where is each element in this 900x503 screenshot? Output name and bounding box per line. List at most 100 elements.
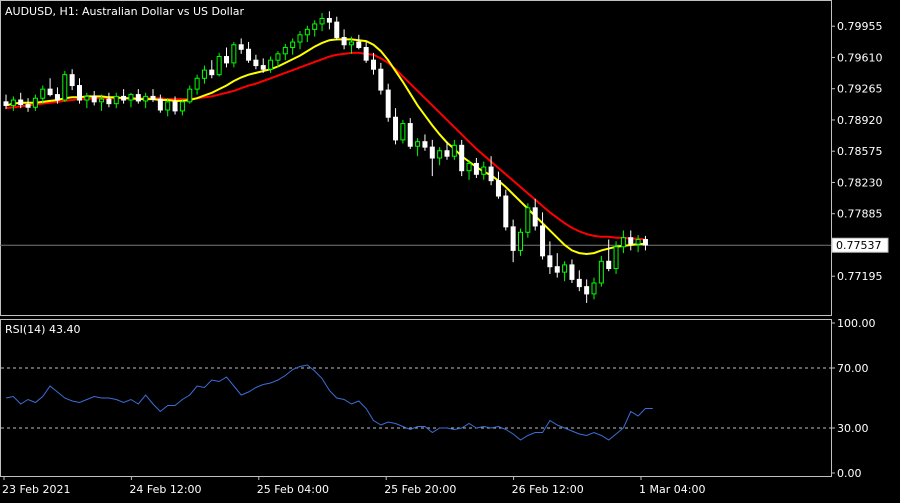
- candlesticks: [3, 11, 648, 303]
- time-tick-label: 1 Mar 04:00: [639, 483, 705, 496]
- price-tick-label: 0.79610: [837, 51, 883, 64]
- slow-ma-line: [5, 51, 646, 241]
- candle: [304, 25, 310, 43]
- candle: [121, 89, 127, 104]
- candle-body: [25, 104, 31, 108]
- candle: [569, 259, 575, 284]
- candle: [642, 235, 648, 251]
- candle-body: [290, 41, 296, 48]
- candle-body: [135, 94, 141, 102]
- candle: [429, 139, 435, 177]
- candle: [459, 139, 465, 177]
- candle-body: [540, 225, 546, 257]
- candle: [481, 161, 487, 180]
- candle: [510, 219, 516, 263]
- candle: [451, 139, 457, 160]
- candle: [312, 20, 318, 37]
- time-tick-label: 23 Feb 2021: [2, 483, 70, 496]
- candle-body: [562, 264, 568, 273]
- candle-body: [268, 59, 274, 70]
- candle: [128, 92, 134, 108]
- candle: [562, 261, 568, 282]
- rsi-tick-label: 100.00: [837, 317, 876, 330]
- candle-body: [385, 89, 391, 118]
- candle-body: [407, 123, 413, 147]
- candle-body: [77, 85, 82, 101]
- candle: [290, 38, 296, 55]
- current-price-badge: 0.77537: [831, 237, 889, 253]
- candle-body: [275, 53, 281, 61]
- candle-body: [165, 101, 171, 111]
- candle-body: [400, 123, 406, 141]
- candle: [231, 42, 237, 68]
- rsi-levels: [1, 367, 831, 429]
- rsi-tick-label: 30.00: [837, 422, 869, 435]
- candle: [319, 13, 325, 32]
- price-tick-label: 0.77885: [837, 208, 883, 221]
- candle: [378, 62, 384, 95]
- candle-body: [172, 101, 178, 112]
- candle: [3, 94, 9, 110]
- candle: [282, 43, 288, 61]
- candle-body: [209, 69, 215, 76]
- candle: [334, 16, 340, 41]
- candle-body: [415, 141, 421, 147]
- candle: [473, 158, 479, 178]
- rsi-line: [5, 364, 653, 441]
- rsi-axis: 100.00 70.00 30.00 0.00: [831, 317, 876, 480]
- candle-body: [260, 65, 266, 70]
- candle: [201, 65, 207, 84]
- candle: [503, 189, 509, 231]
- candle: [620, 230, 626, 254]
- candle: [143, 92, 149, 109]
- moving-averages: [5, 38, 646, 256]
- candle-body: [422, 141, 428, 148]
- candle-body: [32, 97, 38, 108]
- candle: [84, 92, 90, 109]
- candle: [518, 228, 523, 256]
- candle-body: [488, 166, 494, 182]
- candle-body: [238, 44, 244, 50]
- candle: [135, 89, 141, 104]
- candle-body: [179, 101, 185, 112]
- candle-body: [54, 94, 60, 101]
- candle-body: [253, 59, 259, 67]
- chart-window[interactable]: AUDUSD, H1: Australian Dollar vs US Doll…: [0, 0, 900, 500]
- price-tick-label: 0.78920: [837, 114, 883, 127]
- candle-body: [69, 74, 75, 87]
- candle: [69, 69, 75, 91]
- candle: [606, 239, 612, 272]
- candle: [341, 29, 347, 50]
- candle-body: [569, 264, 575, 280]
- candle-body: [312, 23, 318, 30]
- candle-body: [613, 246, 619, 270]
- price-tick-label: 0.79955: [837, 20, 883, 33]
- candle: [598, 255, 604, 287]
- candle-body: [62, 74, 68, 101]
- candle-body: [10, 99, 16, 106]
- candle: [10, 96, 16, 111]
- fast-ma-line: [5, 38, 646, 256]
- candle-body: [495, 180, 501, 197]
- candle: [385, 83, 391, 122]
- candle-body: [113, 95, 119, 105]
- candle: [62, 71, 68, 102]
- candle: [106, 92, 112, 108]
- candle-body: [40, 88, 46, 99]
- candle: [584, 279, 590, 303]
- candle-body: [459, 144, 465, 172]
- candle-body: [91, 95, 97, 103]
- chart-title: AUDUSD, H1: Australian Dollar vs US Doll…: [5, 5, 245, 18]
- candle: [47, 78, 53, 97]
- candle: [554, 253, 560, 278]
- candle: [326, 11, 332, 30]
- rsi-tick-label: 70.00: [837, 362, 869, 375]
- candle: [635, 235, 641, 253]
- candle-body: [231, 44, 237, 64]
- candle-body: [150, 95, 156, 100]
- candle: [209, 60, 215, 79]
- candle-body: [128, 94, 134, 101]
- candle: [525, 203, 531, 238]
- candle: [547, 241, 553, 274]
- candle: [32, 94, 38, 111]
